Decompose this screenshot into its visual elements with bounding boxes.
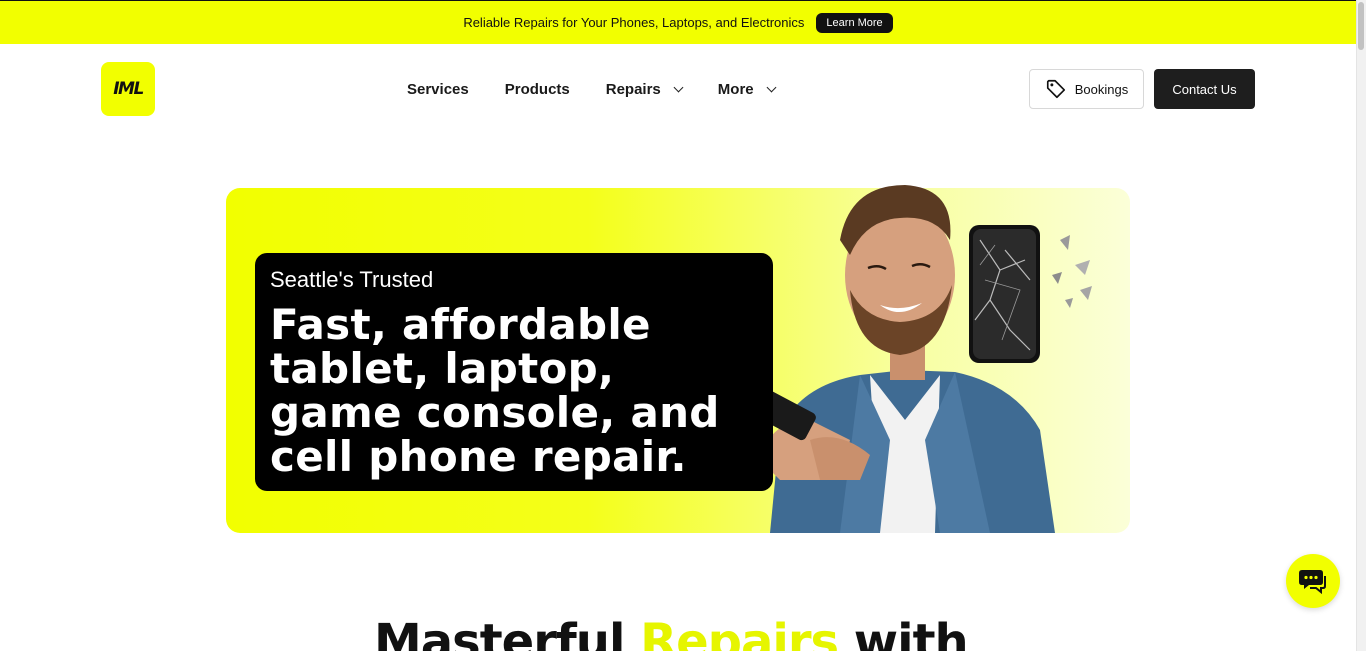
hero-text-box: Seattle's Trusted Fast, affordable table… <box>255 253 773 491</box>
contact-us-button[interactable]: Contact Us <box>1154 69 1255 109</box>
hero-kicker: Seattle's Trusted <box>270 267 434 292</box>
nav-item-label: Services <box>407 80 469 98</box>
bookings-label: Bookings <box>1074 81 1129 97</box>
main-nav: Services Products Repairs More <box>407 79 811 99</box>
hero-title: Fast, affordable tablet, laptop, game co… <box>270 300 720 481</box>
nav-item-label: Products <box>504 80 570 98</box>
section-heading: Masterful Repairs with <box>374 614 969 651</box>
section-heading-pre: Masterful <box>374 614 641 651</box>
bookings-button[interactable]: Bookings <box>1029 69 1144 109</box>
logo-text: IML <box>113 79 144 99</box>
chevron-down-icon <box>673 82 684 92</box>
section-heading-post: with <box>838 614 969 651</box>
announcement-bar: Reliable Repairs for Your Phones, Laptop… <box>0 0 1356 44</box>
nav-item-products[interactable]: Products <box>505 81 570 98</box>
nav-item-label: More <box>717 80 754 98</box>
scrollbar[interactable] <box>1356 0 1366 651</box>
page: Reliable Repairs for Your Phones, Laptop… <box>0 0 1366 651</box>
nav-item-more[interactable]: More <box>717 80 777 98</box>
announcement-text: Reliable Repairs for Your Phones, Laptop… <box>463 15 805 30</box>
contact-us-label: Contact Us <box>1172 81 1237 97</box>
tag-icon <box>1046 79 1065 99</box>
scrollbar-thumb[interactable] <box>1358 2 1364 50</box>
logo[interactable]: IML <box>101 62 155 116</box>
learn-more-button[interactable]: Learn More <box>816 12 893 33</box>
nav-item-label: Repairs <box>605 80 661 98</box>
chat-bubbles-icon <box>1299 570 1326 595</box>
nav-item-services[interactable]: Services <box>407 81 469 98</box>
chevron-down-icon <box>766 82 777 92</box>
section-heading-accent: Repairs <box>640 614 839 651</box>
chat-button[interactable] <box>1286 554 1340 608</box>
hero-image <box>754 185 1092 533</box>
nav-item-repairs[interactable]: Repairs <box>605 80 684 98</box>
